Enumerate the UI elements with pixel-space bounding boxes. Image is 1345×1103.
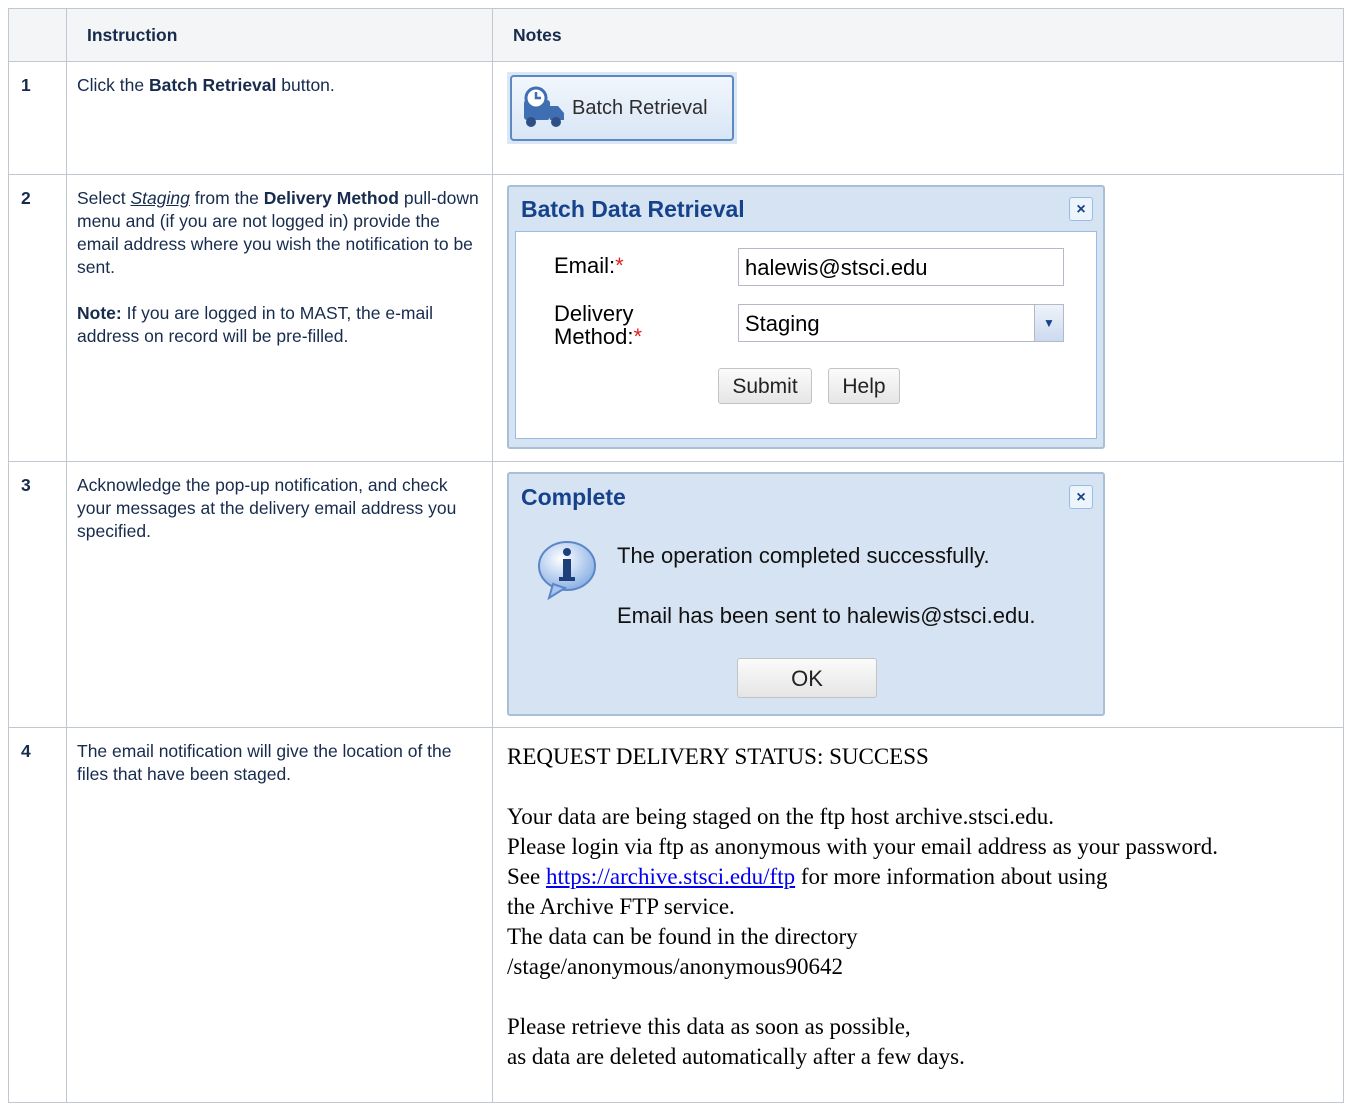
step-instruction: Acknowledge the pop-up notification, and… — [66, 461, 493, 728]
email-paragraph: Please retrieve this data as soon as pos… — [507, 1014, 965, 1069]
dialog-titlebar: Batch Data Retrieval × — [509, 187, 1103, 231]
archive-ftp-link[interactable]: https://archive.stsci.edu/ftp — [546, 864, 795, 889]
step-notes: Batch Retrieval — [492, 61, 1344, 175]
table-row: 1 Click the Batch Retrieval button. Batc… — [8, 61, 1344, 175]
batch-retrieval-button[interactable]: Batch Retrieval — [510, 75, 734, 141]
header-notes: Notes — [492, 8, 1344, 62]
delivery-method-label: Delivery Method:* — [554, 301, 643, 349]
dialog-form: Email:* halewis@stsci.edu Delivery Metho… — [515, 231, 1097, 439]
batch-retrieval-label: Batch Retrieval — [572, 96, 708, 119]
dialog-message: The operation completed successfully. — [617, 543, 990, 568]
complete-dialog: Complete × The operation completed succe… — [507, 472, 1105, 716]
email-paragraph: Your data are being staged on the ftp ho… — [507, 804, 1218, 979]
dialog-title: Complete — [521, 483, 626, 510]
email-message: REQUEST DELIVERY STATUS: SUCCESS Your da… — [507, 738, 1329, 1072]
help-button[interactable]: Help — [828, 368, 900, 404]
table-header-row: Instruction Notes — [8, 8, 1344, 62]
step-notes: Complete × The operation completed succe… — [492, 461, 1344, 728]
table-row: 2 Select Staging from the Delivery Metho… — [8, 174, 1344, 462]
step-number: 4 — [8, 727, 67, 1103]
ok-button[interactable]: OK — [737, 658, 877, 698]
email-field[interactable]: halewis@stsci.edu — [738, 248, 1064, 286]
delivery-method-select[interactable]: Staging ▼ — [738, 304, 1064, 342]
dialog-body: The operation completed successfully. Em… — [509, 520, 1103, 715]
submit-button[interactable]: Submit — [718, 368, 812, 404]
table-row: 4 The email notification will give the l… — [8, 727, 1344, 1103]
batch-data-retrieval-dialog: Batch Data Retrieval × Email:* halewis@s… — [507, 185, 1105, 449]
dialog-titlebar: Complete × — [509, 474, 1103, 520]
close-icon[interactable]: × — [1069, 197, 1093, 221]
step-number: 1 — [8, 61, 67, 175]
close-icon[interactable]: × — [1069, 485, 1093, 509]
batch-retrieval-image: Batch Retrieval — [507, 72, 737, 144]
email-status: REQUEST DELIVERY STATUS: SUCCESS — [507, 744, 929, 769]
delivery-truck-icon — [524, 86, 564, 127]
email-label: Email:* — [554, 253, 624, 278]
step-instruction: The email notification will give the loc… — [66, 727, 493, 1103]
chevron-down-icon[interactable]: ▼ — [1034, 305, 1063, 341]
step-notes: Batch Data Retrieval × Email:* halewis@s… — [492, 174, 1344, 462]
table-row: 3 Acknowledge the pop-up notification, a… — [8, 461, 1344, 728]
header-instruction: Instruction — [66, 8, 493, 62]
step-number: 2 — [8, 174, 67, 462]
step-notes: REQUEST DELIVERY STATUS: SUCCESS Your da… — [492, 727, 1344, 1103]
info-icon — [538, 541, 596, 601]
dialog-message: Email has been sent to halewis@stsci.edu… — [617, 603, 1036, 628]
step-number: 3 — [8, 461, 67, 728]
step-instruction: Click the Batch Retrieval button. — [66, 61, 493, 175]
header-number — [8, 8, 67, 62]
instructions-table: Instruction Notes 1 Click the Batch Retr… — [8, 8, 1344, 1103]
dialog-title: Batch Data Retrieval — [521, 195, 745, 222]
step-instruction: Select Staging from the Delivery Method … — [66, 174, 493, 462]
